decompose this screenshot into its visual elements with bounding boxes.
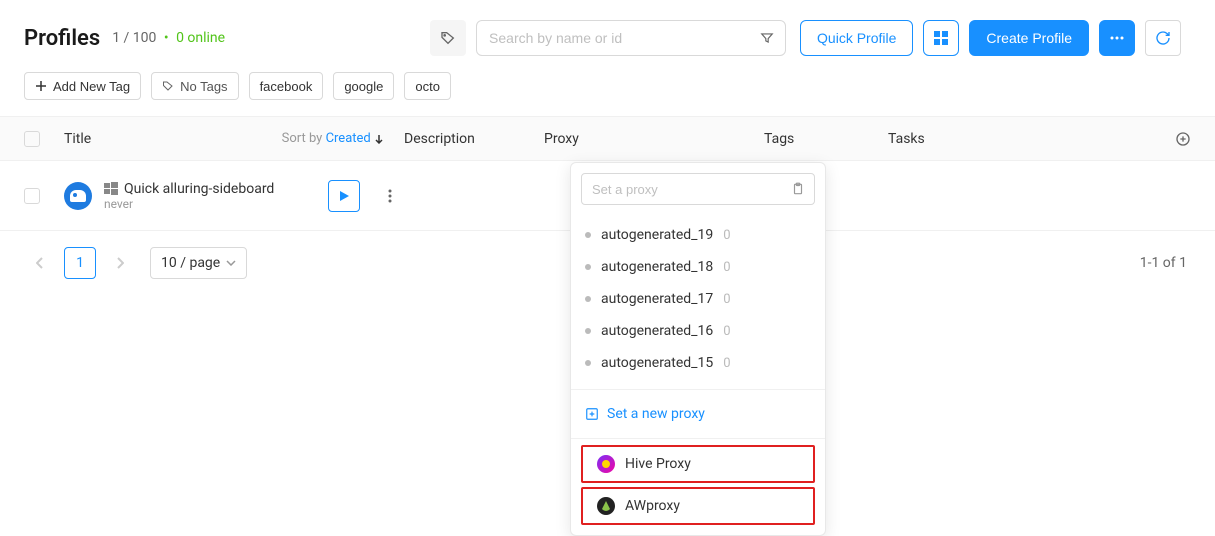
add-column-button[interactable] <box>1175 131 1191 147</box>
provider-label: AWproxy <box>625 498 680 514</box>
search-input[interactable] <box>477 21 749 55</box>
plus-box-icon <box>585 407 599 421</box>
profile-name: Quick alluring-sideboard <box>124 181 274 197</box>
proxy-count: 0 <box>723 228 730 243</box>
paste-button[interactable] <box>782 182 814 196</box>
arrow-down-icon <box>374 134 384 144</box>
grid-icon <box>934 31 948 45</box>
proxy-label: autogenerated_19 <box>601 227 713 243</box>
proxy-count: 0 <box>723 324 730 339</box>
proxy-label: autogenerated_15 <box>601 355 713 371</box>
clipboard-icon <box>791 182 805 196</box>
sortby-prefix: Sort by <box>282 131 323 146</box>
dots-icon <box>1110 36 1124 40</box>
more-options-button[interactable] <box>1099 20 1135 56</box>
sortby-field: Created <box>326 131 371 146</box>
quick-profile-button[interactable]: Quick Profile <box>800 20 913 56</box>
per-page-label: 10 / page <box>161 255 220 271</box>
column-tags: Tags <box>764 131 888 147</box>
next-page-button[interactable] <box>104 247 136 279</box>
create-profile-button[interactable]: Create Profile <box>969 20 1089 56</box>
online-count: 0 online <box>176 30 225 46</box>
proxy-dropdown: autogenerated_19 0 autogenerated_18 0 auto… <box>570 162 826 536</box>
proxy-label: autogenerated_17 <box>601 291 713 307</box>
play-button[interactable] <box>328 180 360 212</box>
filter-icon <box>760 31 774 45</box>
no-tags-filter[interactable]: No Tags <box>151 72 238 100</box>
set-new-proxy-button[interactable]: Set a new proxy <box>571 396 825 432</box>
divider <box>571 389 825 390</box>
pagination-range: 1-1 of 1 <box>1140 255 1187 271</box>
select-all-checkbox[interactable] <box>24 131 40 147</box>
tag-chip[interactable]: octo <box>404 72 451 100</box>
proxy-label: autogenerated_18 <box>601 259 713 275</box>
tag-icon <box>440 30 456 46</box>
add-tag-label: Add New Tag <box>53 79 130 94</box>
filter-icon-button[interactable] <box>749 31 785 45</box>
status-dot <box>585 360 591 366</box>
refresh-icon <box>1155 30 1171 46</box>
chevron-down-icon <box>226 260 236 266</box>
divider <box>571 438 825 439</box>
dots-vertical-icon <box>388 189 392 203</box>
tag-icon-button[interactable] <box>430 20 466 56</box>
browser-avatar <box>64 182 92 210</box>
row-checkbox[interactable] <box>24 188 40 204</box>
column-proxy: Proxy <box>544 131 764 147</box>
row-more-button[interactable] <box>376 180 404 212</box>
proxy-option[interactable]: autogenerated_17 0 <box>571 283 825 315</box>
search-container <box>476 20 786 56</box>
hive-proxy-icon <box>597 455 615 473</box>
play-icon <box>338 190 350 202</box>
per-page-select[interactable]: 10 / page <box>150 247 247 279</box>
proxy-option[interactable]: autogenerated_18 0 <box>571 251 825 283</box>
tag-chip[interactable]: facebook <box>249 72 324 100</box>
plus-icon <box>35 80 47 92</box>
status-dot <box>585 296 591 302</box>
column-title: Title <box>64 131 91 147</box>
chevron-right-icon <box>116 257 124 269</box>
column-description: Description <box>404 131 544 147</box>
proxy-option[interactable]: autogenerated_16 0 <box>571 315 825 347</box>
set-new-proxy-label: Set a new proxy <box>607 406 705 422</box>
online-dot: • <box>160 30 172 46</box>
page-title: Profiles <box>24 26 100 51</box>
profile-count: 1 / 100 <box>112 30 156 46</box>
tag-chip[interactable]: google <box>333 72 394 100</box>
awproxy-icon <box>597 497 615 515</box>
status-dot <box>585 328 591 334</box>
tag-outline-icon <box>162 80 174 92</box>
profile-subtext: never <box>104 197 274 211</box>
page-number[interactable]: 1 <box>64 247 96 279</box>
no-tags-label: No Tags <box>180 79 227 94</box>
status-dot <box>585 264 591 270</box>
provider-hive[interactable]: Hive Proxy <box>581 445 815 483</box>
proxy-count: 0 <box>723 260 730 275</box>
proxy-option[interactable]: autogenerated_15 0 <box>571 347 825 379</box>
provider-label: Hive Proxy <box>625 456 691 472</box>
add-tag-button[interactable]: Add New Tag <box>24 72 141 100</box>
status-dot <box>585 232 591 238</box>
proxy-count: 0 <box>723 356 730 371</box>
provider-awproxy[interactable]: AWproxy <box>581 487 815 525</box>
proxy-search-input[interactable] <box>582 182 782 197</box>
sort-control[interactable]: Sort by Created <box>282 131 384 146</box>
plus-circle-icon <box>1175 131 1191 147</box>
proxy-option[interactable]: autogenerated_19 0 <box>571 219 825 251</box>
quick-profile-grid-button[interactable] <box>923 20 959 56</box>
proxy-search-container <box>581 173 815 205</box>
column-tasks: Tasks <box>888 131 1191 147</box>
chevron-left-icon <box>36 257 44 269</box>
proxy-label: autogenerated_16 <box>601 323 713 339</box>
prev-page-button[interactable] <box>24 247 56 279</box>
refresh-button[interactable] <box>1145 20 1181 56</box>
proxy-count: 0 <box>723 292 730 307</box>
windows-icon <box>104 182 118 196</box>
